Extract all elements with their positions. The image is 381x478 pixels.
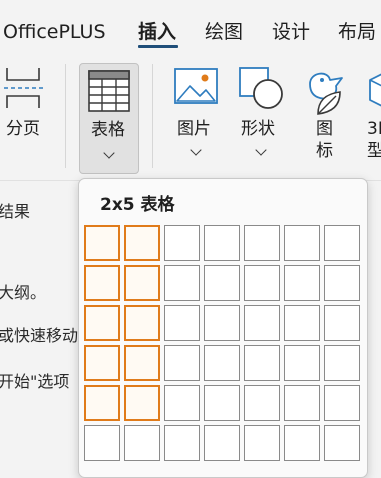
table-grid-cell[interactable]: [284, 425, 320, 461]
shapes-button[interactable]: 形状: [234, 56, 290, 174]
document-line: 大纲。: [0, 283, 47, 302]
table-grid-cell[interactable]: [164, 345, 200, 381]
3d-models-button[interactable]: 3D 型: [362, 56, 381, 174]
icons-label-line2: 标: [316, 141, 333, 161]
chevron-down-icon: [103, 147, 115, 159]
pictures-label: 图片: [177, 119, 211, 139]
table-button[interactable]: 表格: [79, 63, 139, 174]
page-break-label: 分页: [6, 119, 40, 139]
3d-models-label-line2: 型: [367, 141, 381, 161]
table-grid-cell[interactable]: [284, 305, 320, 341]
table-grid-cell[interactable]: [204, 305, 240, 341]
table-grid-cell[interactable]: [204, 265, 240, 301]
tab-layout[interactable]: 布局: [338, 20, 376, 44]
chevron-down-icon: [190, 144, 202, 156]
table-icon: [88, 70, 130, 112]
tab-insert[interactable]: 插入: [138, 20, 176, 44]
table-grid-cell[interactable]: [244, 345, 280, 381]
table-grid-cell[interactable]: [124, 225, 160, 261]
table-grid-cell[interactable]: [324, 425, 360, 461]
table-grid-cell[interactable]: [324, 265, 360, 301]
table-grid-cell[interactable]: [84, 225, 120, 261]
table-grid-cell[interactable]: [204, 225, 240, 261]
active-tab-indicator: [138, 45, 178, 48]
table-grid-cell[interactable]: [244, 265, 280, 301]
table-size-label: 2x5 表格: [100, 195, 175, 215]
table-grid-cell[interactable]: [204, 425, 240, 461]
table-grid-cell[interactable]: [164, 305, 200, 341]
tab-design[interactable]: 设计: [272, 20, 310, 44]
icons-icon: [309, 72, 343, 115]
table-grid-cell[interactable]: [124, 425, 160, 461]
icons-label-line1: 图: [316, 119, 333, 139]
3d-models-icon: [369, 73, 381, 107]
table-grid-cell[interactable]: [244, 385, 280, 421]
table-grid-cell[interactable]: [244, 305, 280, 341]
ribbon: 分页 表格 图片 形状 图 标 3 型: [0, 56, 381, 181]
group-separator: [152, 64, 153, 168]
table-grid-cell[interactable]: [244, 225, 280, 261]
tab-draw[interactable]: 绘图: [205, 20, 243, 44]
table-grid-cell[interactable]: [84, 305, 120, 341]
page-break-icon: [4, 68, 44, 108]
ribbon-tab-bar: OfficePLUS 插入 绘图 设计 布局: [0, 0, 381, 56]
table-label: 表格: [91, 120, 125, 140]
table-grid-cell[interactable]: [124, 385, 160, 421]
table-grid-cell[interactable]: [284, 265, 320, 301]
table-grid-cell[interactable]: [324, 225, 360, 261]
table-grid-cell[interactable]: [324, 385, 360, 421]
page-break-button[interactable]: 分页: [0, 56, 50, 174]
table-grid-cell[interactable]: [124, 265, 160, 301]
table-grid-cell[interactable]: [164, 265, 200, 301]
table-grid-cell[interactable]: [84, 385, 120, 421]
table-grid-cell[interactable]: [284, 385, 320, 421]
table-grid-cell[interactable]: [284, 225, 320, 261]
group-separator: [65, 64, 66, 168]
table-grid-cell[interactable]: [204, 385, 240, 421]
insert-table-dropdown: 2x5 表格: [78, 178, 368, 478]
document-line: 开始"选项: [0, 372, 70, 391]
table-grid-cell[interactable]: [204, 345, 240, 381]
icons-button[interactable]: 图 标: [300, 56, 350, 174]
table-grid-cell[interactable]: [84, 345, 120, 381]
table-grid-cell[interactable]: [164, 385, 200, 421]
table-grid-cell[interactable]: [164, 425, 200, 461]
document-line: 结果: [0, 202, 31, 221]
table-grid-cell[interactable]: [124, 305, 160, 341]
table-grid-cell[interactable]: [324, 345, 360, 381]
table-grid-cell[interactable]: [124, 345, 160, 381]
table-grid-cell[interactable]: [84, 265, 120, 301]
pictures-button[interactable]: 图片: [168, 56, 224, 174]
table-grid-cell[interactable]: [324, 305, 360, 341]
table-grid-cell[interactable]: [244, 425, 280, 461]
picture-icon: [174, 68, 218, 104]
document-line: 或快速移动: [0, 326, 79, 345]
chevron-down-icon: [255, 144, 267, 156]
shapes-icon: [239, 67, 283, 109]
shapes-label: 形状: [241, 119, 275, 139]
table-grid-cell[interactable]: [164, 225, 200, 261]
table-grid-cell[interactable]: [84, 425, 120, 461]
tab-officeplus[interactable]: OfficePLUS: [3, 20, 106, 44]
3d-models-label-line1: 3D: [367, 119, 381, 139]
table-grid-cell[interactable]: [284, 345, 320, 381]
